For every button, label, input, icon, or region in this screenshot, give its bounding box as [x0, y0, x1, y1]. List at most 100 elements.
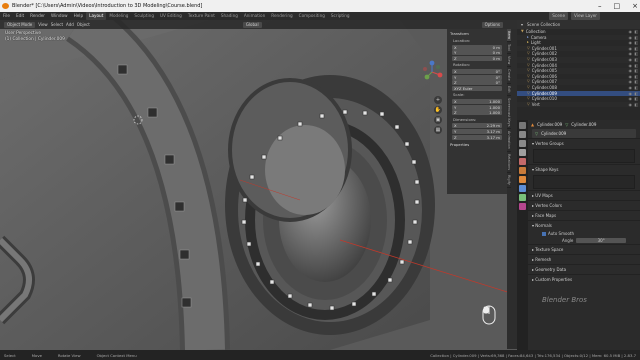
dimension-x-field[interactable]: X 2.29 m: [452, 123, 502, 129]
menu-edit[interactable]: Edit: [13, 12, 27, 20]
render-tab-icon[interactable]: [519, 131, 526, 138]
scale-y-field[interactable]: Y 1.000: [452, 104, 502, 110]
outliner-root-label: Scene Collection: [527, 22, 561, 27]
uv-maps-section[interactable]: ▸ UV Maps: [528, 190, 640, 200]
window-titlebar: Blender* [C:\Users\Admin\Videos\Introduc…: [0, 0, 640, 12]
mouse-indicator-icon: [482, 305, 496, 325]
workspace-tab-compositing[interactable]: Compositing: [296, 12, 328, 20]
modifier-tab-icon[interactable]: [519, 185, 526, 192]
outliner-panel: ▾ Scene Collection ▼ Collection ◉ ◧ ▸ Camera…: [517, 20, 640, 120]
shape-keys-section[interactable]: ▾ Shape Keys: [528, 164, 640, 174]
rotation-y-field[interactable]: Y 0°: [452, 74, 502, 80]
workspace-tab-scripting[interactable]: Scripting: [328, 12, 353, 20]
scene-tab-icon[interactable]: [519, 158, 526, 165]
angle-field[interactable]: 30°: [576, 238, 626, 243]
remesh-section[interactable]: ▸ Remesh: [528, 254, 640, 264]
workspace-tab-sculpting[interactable]: Sculpting: [131, 12, 157, 20]
face-maps-section[interactable]: ▸ Face Maps: [528, 210, 640, 220]
mesh-datablock-field[interactable]: ▽ Cylinder.009: [532, 129, 636, 138]
world-tab-icon[interactable]: [519, 167, 526, 174]
dimension-z-field[interactable]: Z 3.17 m: [452, 134, 502, 140]
transform-section-header[interactable]: Transform: [447, 29, 507, 37]
mesh-icon: ▽: [565, 122, 569, 127]
maximize-button[interactable]: □: [614, 0, 621, 12]
object-mode-dropdown[interactable]: Object Mode: [4, 21, 36, 28]
output-tab-icon[interactable]: [519, 140, 526, 147]
menu-file[interactable]: File: [0, 12, 13, 20]
properties-tabs: [517, 120, 528, 350]
menu-help[interactable]: Help: [71, 12, 87, 20]
pan-hand-icon[interactable]: ✋: [434, 106, 442, 114]
window-title: Blender* [C:\Users\Admin\Videos\Introduc…: [12, 3, 203, 9]
dimension-y-field[interactable]: Y 3.17 m: [452, 128, 502, 134]
status-rotate-hint: Rotate View: [57, 352, 81, 358]
sidebar-tab-edit[interactable]: Edit: [507, 84, 511, 96]
transform-orientation-dropdown[interactable]: Global: [242, 21, 262, 28]
sidebar-tab-view[interactable]: View: [507, 54, 511, 68]
location-z-field[interactable]: Z0 m: [452, 55, 502, 61]
viewport-menu-object[interactable]: Object: [77, 22, 90, 27]
minimize-button[interactable]: –: [598, 0, 602, 12]
mesh-datablock-icon: ▽: [535, 131, 539, 136]
perspective-toggle-icon[interactable]: ▦: [434, 126, 442, 134]
texture-space-section[interactable]: ▸ Texture Space: [528, 244, 640, 254]
workspace-tab-layout[interactable]: Layout: [86, 12, 107, 20]
rotation-z-field[interactable]: Z 0°: [452, 80, 502, 86]
menu-render[interactable]: Render: [27, 12, 48, 20]
location-y-field[interactable]: Y0 m: [452, 50, 502, 56]
scene-selector[interactable]: Scene: [549, 12, 569, 20]
workspace-tab-shading[interactable]: Shading: [218, 12, 241, 20]
sidebar-tab-screencast[interactable]: Screencast Keys: [507, 96, 511, 130]
outliner-item[interactable]: ▽ Vert ◉ ◧: [517, 101, 640, 108]
outliner-filter-icon[interactable]: ▾: [521, 22, 523, 27]
breadcrumb-object[interactable]: Cylinder.009: [537, 122, 562, 127]
rotation-mode-dropdown[interactable]: XYZ Euler: [452, 85, 502, 91]
options-dropdown[interactable]: Options: [481, 21, 503, 28]
workspace-tab-uv-editing[interactable]: UV Editing: [157, 12, 185, 20]
vertex-groups-list[interactable]: [533, 149, 635, 163]
location-x-field[interactable]: X0 m: [452, 44, 502, 50]
scale-z-field[interactable]: Z 1.000: [452, 110, 502, 116]
object-tab-icon[interactable]: [519, 176, 526, 183]
sidebar-tab-rigify[interactable]: Rigify: [507, 173, 511, 188]
vertex-groups-section[interactable]: ▾ Vertex Groups: [528, 138, 640, 148]
mesh-data-tab-icon[interactable]: [519, 194, 526, 201]
properties-content: ▲ Cylinder.009 ▽ Cylinder.009 ▽ Cylinder…: [528, 120, 640, 350]
workspace-tab-animation[interactable]: Animation: [241, 12, 268, 20]
rotation-x-field[interactable]: X 0°: [452, 68, 502, 74]
zoom-icon[interactable]: +: [434, 96, 442, 104]
sidebar-tab-create[interactable]: Create: [507, 67, 511, 84]
viewport-menu-select[interactable]: Select: [51, 22, 63, 27]
auto-smooth-checkbox[interactable]: [542, 231, 546, 236]
workspace-tab-rendering[interactable]: Rendering: [268, 12, 295, 20]
shape-keys-list[interactable]: [533, 175, 635, 189]
viewport-menu-view[interactable]: View: [38, 22, 48, 27]
tool-tab-icon[interactable]: [519, 122, 526, 129]
workspace-tab-texture-paint[interactable]: Texture Paint: [185, 12, 218, 20]
sidebar-tab-relations[interactable]: Relations: [507, 152, 511, 174]
scale-x-field[interactable]: X 1.000: [452, 98, 502, 104]
breadcrumb-mesh[interactable]: Cylinder.009: [571, 122, 596, 127]
viewport-menu-add[interactable]: Add: [66, 22, 74, 27]
custom-properties-section[interactable]: ▸ Custom Properties: [528, 274, 640, 284]
sidebar-tab-animation[interactable]: Animation: [507, 129, 511, 152]
vertex-colors-section[interactable]: ▸ Vertex Colors: [528, 200, 640, 210]
status-context-hint: Object Context Menu: [96, 352, 137, 358]
camera-view-icon[interactable]: ▣: [434, 116, 442, 124]
viewport-nav-buttons: + ✋ ▣ ▦: [434, 96, 443, 136]
view-layer-selector[interactable]: View Layer: [571, 12, 600, 20]
scale-label: Scale:: [453, 92, 465, 98]
properties-section-header[interactable]: Properties: [447, 140, 507, 148]
3d-viewport[interactable]: Object Mode View Select Add Object Globa…: [0, 20, 517, 350]
close-button[interactable]: ×: [632, 0, 638, 12]
material-tab-icon[interactable]: [519, 203, 526, 210]
workspace-tab-modeling[interactable]: Modeling: [106, 12, 131, 20]
view-layer-tab-icon[interactable]: [519, 149, 526, 156]
sidebar-tab-tool[interactable]: Tool: [507, 42, 511, 54]
menu-window[interactable]: Window: [48, 12, 71, 20]
navigation-gizmo[interactable]: [419, 59, 445, 85]
normals-section[interactable]: ▾ Normals: [528, 220, 640, 230]
geometry-data-section[interactable]: ▸ Geometry Data: [528, 264, 640, 274]
rotation-label: Rotation:: [453, 62, 471, 68]
sidebar-tab-item[interactable]: Item: [507, 29, 511, 42]
